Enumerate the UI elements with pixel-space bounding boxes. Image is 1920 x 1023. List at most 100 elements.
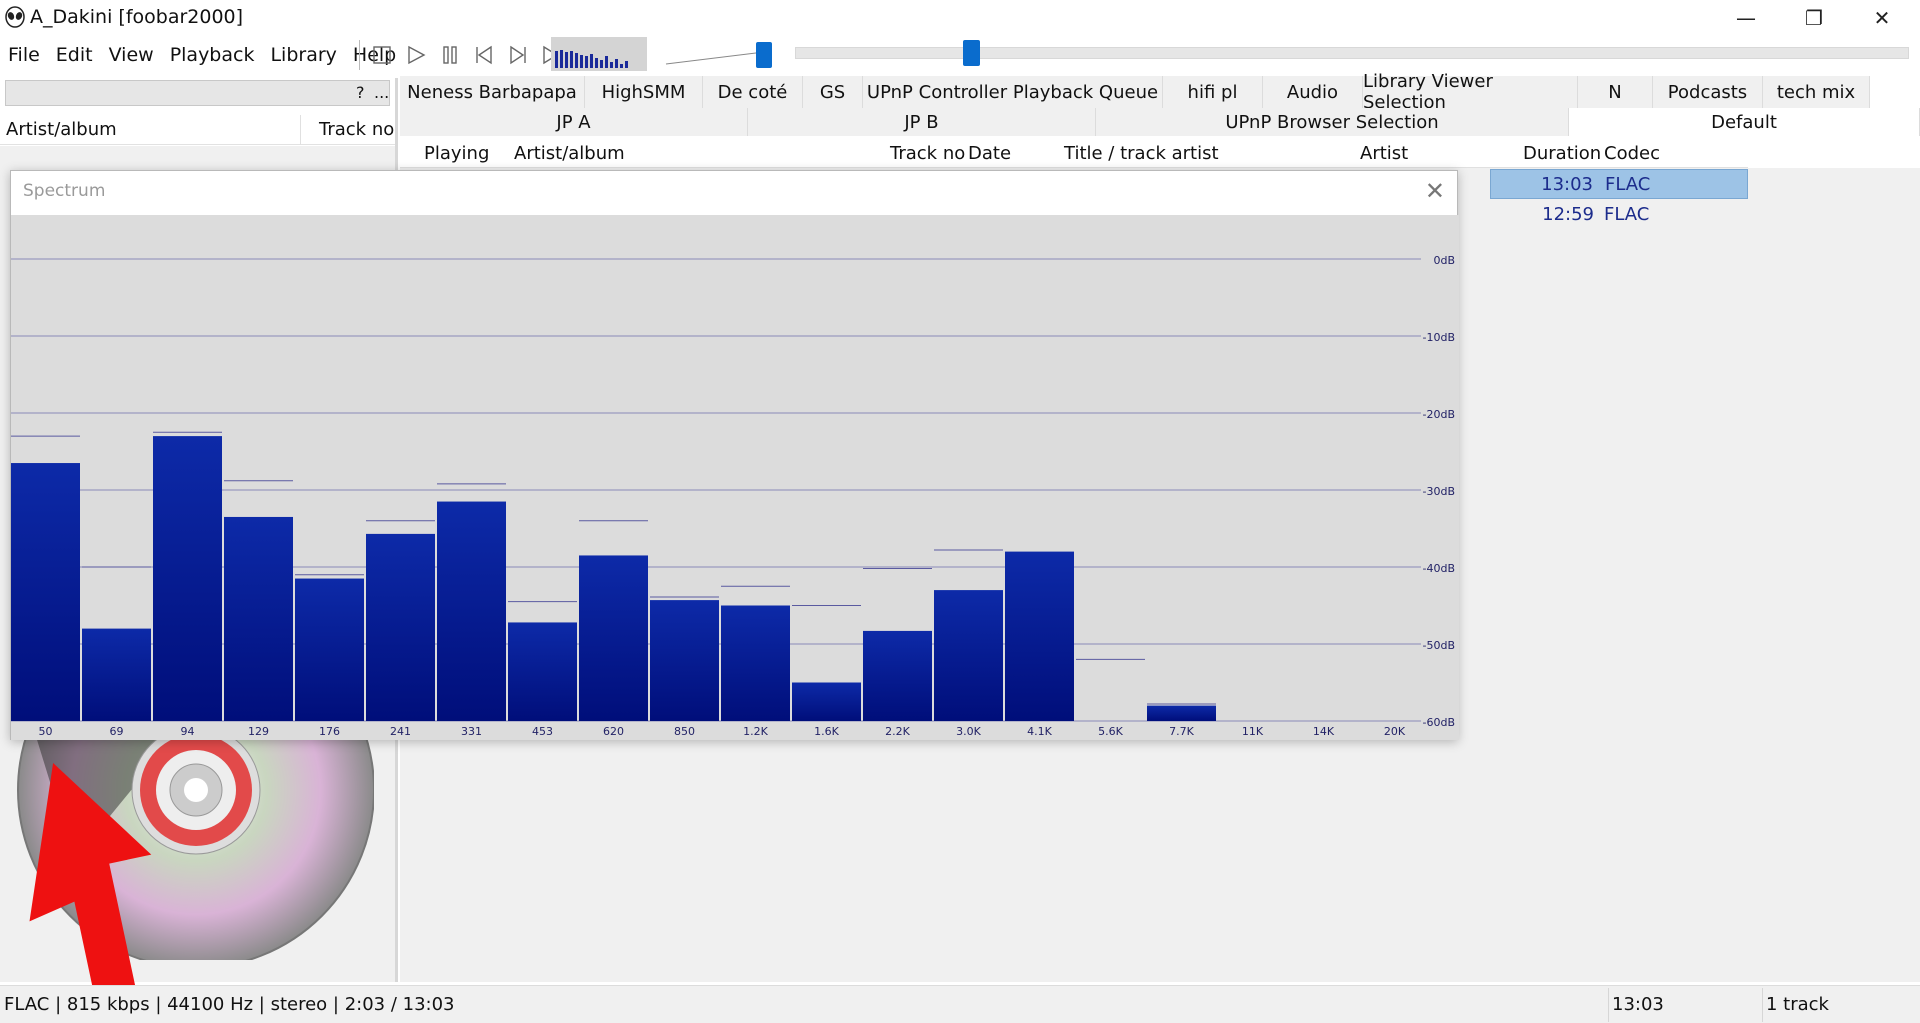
playlist-row[interactable]: 12:59 FLAC <box>1490 200 1748 230</box>
seek-bar-thumb[interactable] <box>963 40 980 66</box>
window-title: A_Dakini [foobar2000] <box>30 6 244 28</box>
x-tick-label: 331 <box>461 725 482 738</box>
y-tick-label: -20dB <box>1423 408 1456 421</box>
spectrum-bar <box>863 630 932 721</box>
x-tick-label: 850 <box>674 725 695 738</box>
tab-podcasts[interactable]: Podcasts <box>1653 76 1763 108</box>
play-icon <box>408 45 426 65</box>
stop-icon <box>373 46 391 64</box>
tab-jp-b[interactable]: JP B <box>748 108 1096 136</box>
column-playing[interactable]: Playing <box>424 143 489 164</box>
x-tick-label: 3.0K <box>956 725 981 738</box>
spectrum-bar <box>1005 551 1074 721</box>
x-tick-label: 11K <box>1242 725 1264 738</box>
x-tick-label: 2.2K <box>885 725 910 738</box>
x-tick-label: 69 <box>110 725 124 738</box>
tab-neness-barbapapa[interactable]: Neness Barbapapa <box>400 76 585 108</box>
track-codec: FLAC <box>1605 174 1651 195</box>
column-codec[interactable]: Codec <box>1604 143 1660 164</box>
spectrum-bar <box>579 555 648 721</box>
close-icon: ✕ <box>1873 6 1891 30</box>
spectrum-bar <box>437 501 506 721</box>
close-button[interactable]: ✕ <box>1848 0 1916 36</box>
playlist-tabs-row-2: JP A JP B UPnP Browser Selection Default <box>400 108 1920 136</box>
tab-hifi-pl[interactable]: hifi pl <box>1163 76 1263 108</box>
play-button[interactable] <box>401 41 431 69</box>
tab-highsmm[interactable]: HighSMM <box>585 76 703 108</box>
stop-button[interactable] <box>367 41 397 69</box>
tab-tech-mix[interactable]: tech mix <box>1763 76 1870 108</box>
x-tick-label: 14K <box>1313 725 1335 738</box>
track-duration: 13:03 <box>1541 174 1593 195</box>
tab-library-viewer-selection[interactable]: Library Viewer Selection <box>1363 71 1578 113</box>
tab-de-cote[interactable]: De coté <box>703 76 803 108</box>
column-track-no[interactable]: Track no <box>890 143 965 164</box>
spectrum-bar <box>82 628 151 721</box>
restore-icon: ❐ <box>1805 6 1823 30</box>
x-tick-label: 20K <box>1384 725 1406 738</box>
x-tick-label: 5.6K <box>1098 725 1123 738</box>
title-bar: A_Dakini [foobar2000] — ❐ ✕ <box>0 0 1920 36</box>
mini-spectrum-visualizer[interactable] <box>551 37 647 71</box>
previous-icon <box>476 45 492 65</box>
spectrum-bar <box>1147 705 1216 721</box>
menu-file[interactable]: File <box>0 44 48 66</box>
menu-edit[interactable]: Edit <box>48 44 101 66</box>
y-tick-label: 0dB <box>1433 254 1455 267</box>
tab-upnp-browser-selection[interactable]: UPnP Browser Selection <box>1096 108 1569 136</box>
tab-default[interactable]: Default <box>1569 108 1920 136</box>
x-tick-label: 94 <box>181 725 195 738</box>
x-tick-label: 1.2K <box>743 725 768 738</box>
playlist-tabs-row-1: Neness Barbapapa HighSMM De coté GS UPnP… <box>400 71 1920 113</box>
search-help-button[interactable]: ? <box>356 83 365 102</box>
tab-n[interactable]: N <box>1578 76 1653 108</box>
next-button[interactable] <box>503 41 533 69</box>
spectrum-window-title: Spectrum <box>23 181 106 201</box>
spectrum-bar <box>650 600 719 721</box>
volume-slider[interactable] <box>664 38 774 72</box>
x-tick-label: 129 <box>248 725 269 738</box>
column-duration[interactable]: Duration <box>1523 143 1601 164</box>
spectrum-bar <box>934 590 1003 721</box>
spectrum-chart: 0dB -10dB -20dB -30dB -40dB -50dB -60dB 50 69 94 1… <box>11 215 1459 740</box>
track-duration: 12:59 <box>1542 204 1594 225</box>
x-tick-label: 50 <box>39 725 53 738</box>
tab-audio[interactable]: Audio <box>1263 76 1363 108</box>
red-arrow-annotation <box>29 763 152 1005</box>
minimize-button[interactable]: — <box>1712 0 1780 36</box>
pause-button[interactable] <box>435 41 465 69</box>
search-options-button[interactable]: ... <box>374 83 389 102</box>
x-tick-label: 4.1K <box>1027 725 1052 738</box>
tab-gs[interactable]: GS <box>803 76 863 108</box>
playlist-row[interactable]: 13:03 FLAC <box>1490 169 1748 199</box>
alien-logo-icon <box>5 6 25 28</box>
column-artist-album[interactable]: Artist/album <box>514 143 625 164</box>
menu-view[interactable]: View <box>101 44 162 66</box>
spectrum-bar <box>295 578 364 721</box>
spectrum-close-button[interactable]: ✕ <box>1425 177 1445 205</box>
column-date[interactable]: Date <box>968 143 1011 164</box>
toolbar-divider <box>359 40 360 70</box>
tab-upnp-controller-playback-queue[interactable]: UPnP Controller Playback Queue <box>863 76 1163 108</box>
library-column-header: Artist/album Track no <box>0 115 395 145</box>
column-track-no[interactable]: Track no <box>319 119 394 140</box>
playback-toolbar: ? <box>356 40 567 70</box>
menu-playback[interactable]: Playback <box>162 44 263 66</box>
status-bar: FLAC | 815 kbps | 44100 Hz | stereo | 2:… <box>0 985 1920 1023</box>
x-tick-label: 7.7K <box>1169 725 1194 738</box>
library-search-box[interactable]: ? ... <box>5 80 390 106</box>
previous-button[interactable] <box>469 41 499 69</box>
next-icon <box>510 45 526 65</box>
track-count: 1 track <box>1766 994 1829 1015</box>
column-artist[interactable]: Artist <box>1360 143 1408 164</box>
y-tick-label: -30dB <box>1423 485 1456 498</box>
tab-jp-a[interactable]: JP A <box>400 108 748 136</box>
column-artist-album[interactable]: Artist/album <box>6 119 117 140</box>
total-length: 13:03 <box>1612 994 1664 1015</box>
menu-library[interactable]: Library <box>262 44 344 66</box>
restore-button[interactable]: ❐ <box>1780 0 1848 36</box>
column-title-track-artist[interactable]: Title / track artist <box>1064 143 1219 164</box>
playback-info: FLAC | 815 kbps | 44100 Hz | stereo | 2:… <box>4 994 455 1015</box>
playlist-column-header: Playing Artist/album Track no Date Title… <box>400 138 1748 168</box>
y-tick-label: -10dB <box>1423 331 1456 344</box>
